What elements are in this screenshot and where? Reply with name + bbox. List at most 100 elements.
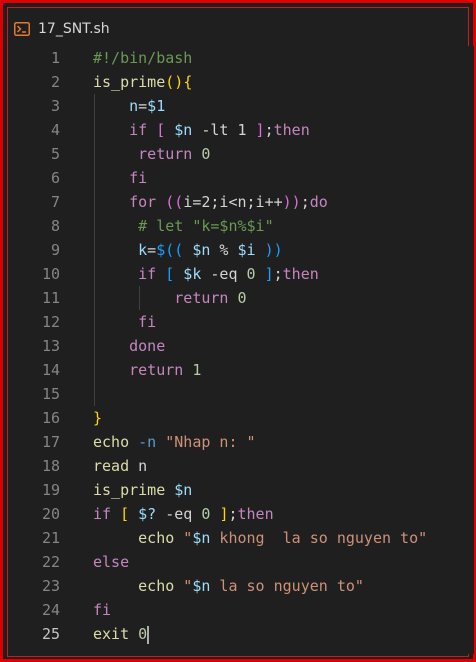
code-line[interactable]: 5 return 0 — [14, 142, 474, 166]
code-token: # let "k=$n%$i" — [138, 217, 274, 235]
code-line[interactable]: 4 if [ $n -lt 1 ];then — [14, 118, 474, 142]
code-line[interactable]: 17 echo -n "Nhap n: " — [14, 430, 474, 454]
indent-guide — [94, 238, 95, 262]
code-token: $n — [174, 481, 193, 499]
code-text: k=$(( $n % $i )) — [138, 238, 283, 262]
code-text: fi — [138, 310, 156, 334]
code-text: fi — [93, 598, 111, 622]
code-line[interactable]: 19 is_prime $n — [14, 478, 474, 502]
code-line[interactable]: 1 #!/bin/bash — [14, 46, 474, 70]
code-token: if — [129, 121, 148, 139]
code-line[interactable]: 24 fi — [14, 598, 474, 622]
code-line[interactable]: 8 # let "k=$n%$i" — [14, 214, 474, 238]
code-line[interactable]: 13 done — [14, 334, 474, 358]
code-text: if [ $n -lt 1 ];then — [129, 118, 310, 142]
indent-guide — [94, 358, 95, 382]
line-number: 20 — [41, 505, 60, 523]
code-token: ] — [255, 121, 265, 139]
code-text: for ((i=2;i<n;i++));do — [129, 190, 328, 214]
code-token: $n — [174, 121, 193, 139]
code-line[interactable]: 11 return 0 — [14, 286, 474, 310]
code-line[interactable]: 3 n=$1 — [14, 94, 474, 118]
code-token: $n — [192, 529, 211, 547]
code-token: [ — [120, 505, 130, 523]
code-token: ; — [264, 121, 274, 139]
code-line[interactable]: 16} — [14, 406, 474, 430]
line-number: 11 — [41, 289, 60, 307]
line-number: 9 — [50, 241, 60, 259]
code-token: () — [165, 73, 184, 91]
line-number: 1 — [50, 49, 60, 67]
code-text: exit 0 — [93, 622, 150, 646]
code-line[interactable]: 14 return 1 — [14, 358, 474, 382]
code-token: = — [138, 97, 148, 115]
code-token: ; — [273, 265, 283, 283]
code-token: )) — [264, 241, 283, 259]
code-text: return 0 — [174, 286, 246, 310]
code-line[interactable]: 10 if [ $k -eq 0 ];then — [14, 262, 474, 286]
indent-guide — [94, 334, 95, 358]
code-line[interactable]: 21 echo "$n khong la so nguyen to" — [14, 526, 474, 550]
code-line[interactable]: 9 k=$(( $n % $i )) — [14, 238, 474, 262]
tab-title: 17_SNT.sh — [38, 21, 110, 37]
code-token: " — [183, 577, 193, 595]
indent-guide — [94, 190, 95, 214]
code-line[interactable]: 18 read n — [14, 454, 474, 478]
code-token: is_prime — [93, 73, 166, 91]
code-text: echo "$n la so nguyen to" — [138, 574, 364, 598]
code-token: = — [147, 241, 157, 259]
code-line[interactable]: 2 is_prime(){ — [14, 70, 474, 94]
line-number: 21 — [41, 529, 60, 547]
editor-tab[interactable]: 17_SNT.sh — [14, 18, 110, 40]
code-line[interactable]: 7 for ((i=2;i<n;i++));do — [14, 190, 474, 214]
code-token: -eq — [156, 505, 202, 523]
code-token: % — [210, 241, 238, 259]
code-editor[interactable]: 1 #!/bin/bash 2 is_prime(){3 n=$1 4 if [ $n -l… — [14, 46, 474, 654]
code-token: echo — [138, 529, 175, 547]
code-token: { — [183, 73, 193, 91]
code-token: fi — [93, 601, 112, 619]
line-number: 17 — [41, 433, 60, 451]
code-token: (( — [165, 193, 184, 211]
code-token: $k — [183, 265, 202, 283]
code-token: [ — [165, 265, 175, 283]
line-number: 5 — [50, 145, 60, 163]
code-token: " — [183, 529, 193, 547]
code-token: fi — [129, 169, 148, 187]
code-line[interactable]: 12 fi — [14, 310, 474, 334]
line-number: 19 — [41, 481, 60, 499]
code-token: 0 — [237, 289, 247, 307]
code-token: $? — [138, 505, 157, 523]
code-token: 0 — [138, 625, 148, 643]
indent-guide — [94, 142, 95, 166]
code-line[interactable]: 22 else — [14, 550, 474, 574]
code-token: n — [129, 97, 139, 115]
code-text: n=$1 — [129, 94, 165, 118]
indent-guide — [94, 310, 95, 334]
code-text: } — [93, 406, 102, 430]
line-number: 18 — [41, 457, 60, 475]
code-line[interactable]: 6 fi — [14, 166, 474, 190]
code-line[interactable]: 25 exit 0 — [14, 622, 474, 646]
code-token: 0 — [201, 145, 211, 163]
indent-guide — [94, 262, 95, 286]
code-token: return — [174, 289, 229, 307]
indent-guide — [94, 166, 95, 190]
code-token: then — [237, 505, 274, 523]
code-line[interactable]: 15 — [14, 382, 474, 406]
code-text: if [ $k -eq 0 ];then — [138, 262, 319, 286]
code-line[interactable]: 23 echo "$n la so nguyen to" — [14, 574, 474, 598]
indent-guide — [94, 286, 95, 310]
code-line[interactable]: 20 if [ $? -eq 0 ];then — [14, 502, 474, 526]
screenshot-frame: 17_SNT.sh 1 #!/bin/bash 2 is_prime(){3 n=$1 4… — [0, 0, 476, 662]
